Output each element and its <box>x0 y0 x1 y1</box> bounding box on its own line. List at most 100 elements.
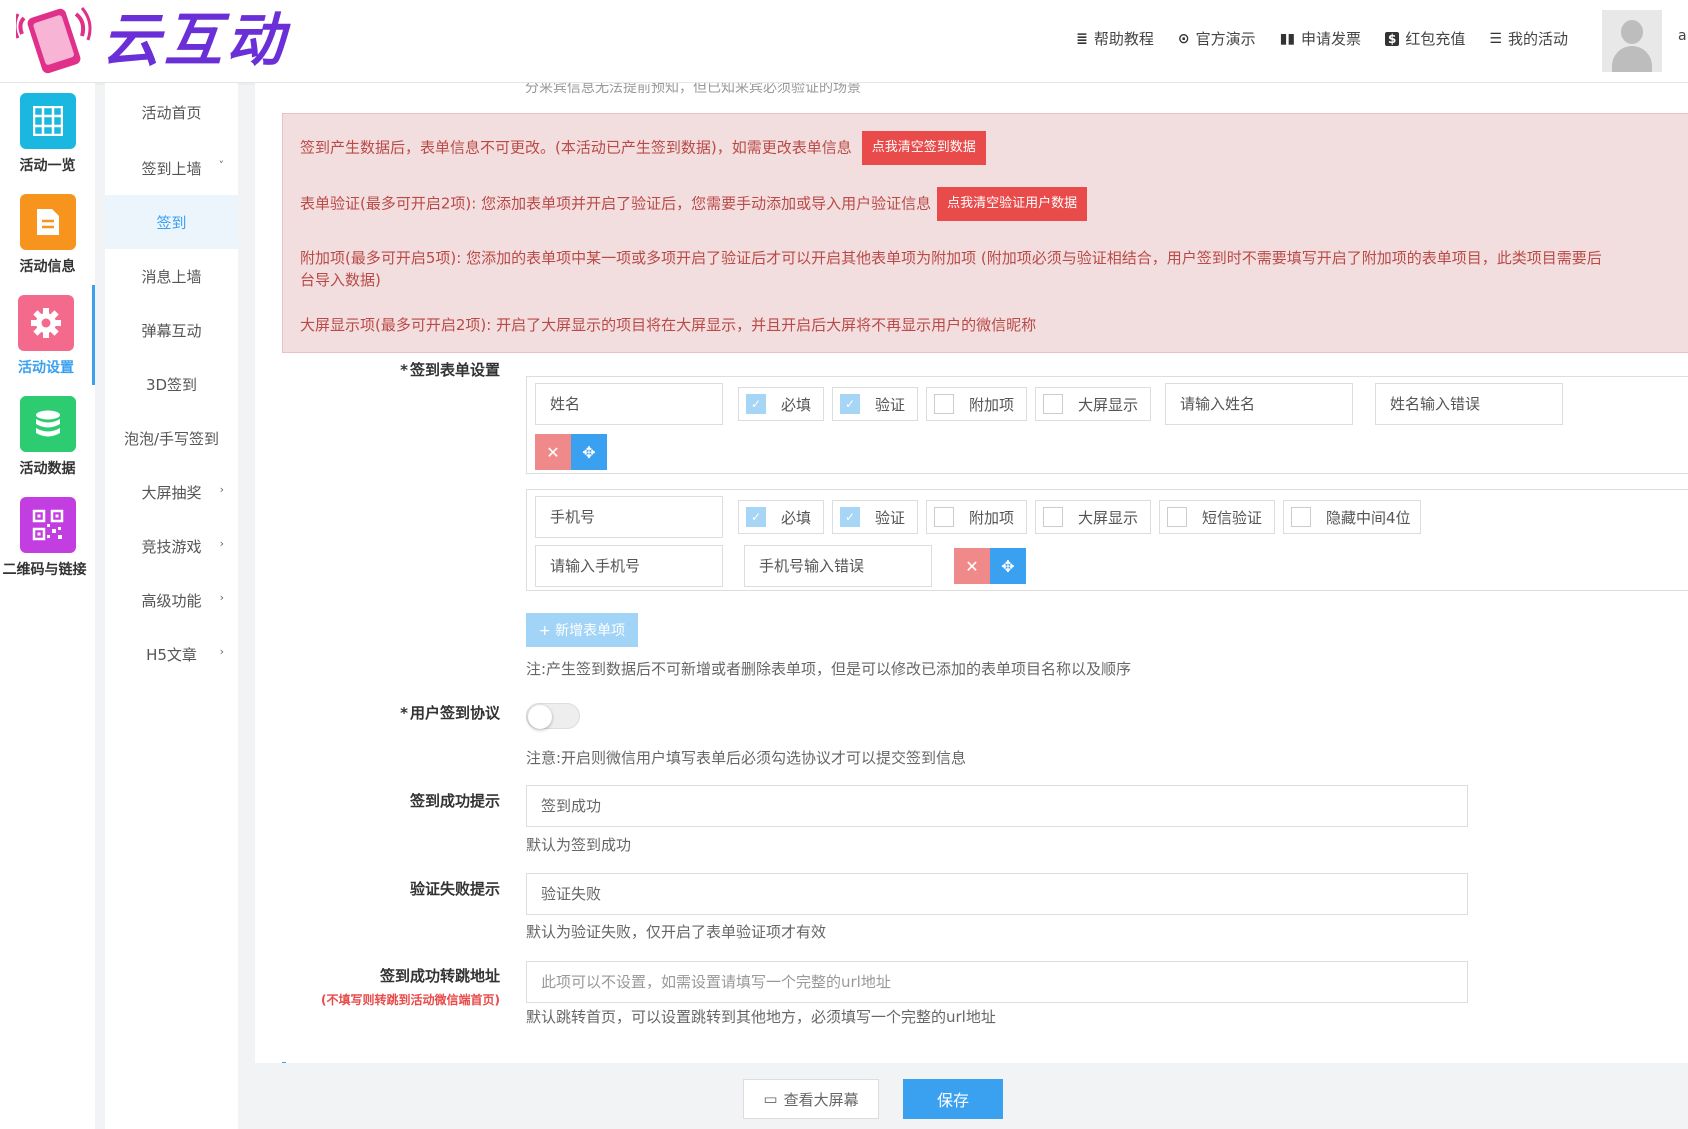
submenu-label: 活动首页 <box>141 103 202 122</box>
success-tip-input[interactable]: 签到成功 <box>526 785 1468 827</box>
logo-phone-icon <box>13 4 92 76</box>
iconbar-item-qrcode[interactable]: 二维码与链接 <box>0 487 95 587</box>
nav-recharge[interactable]: $ 红包充值 <box>1385 28 1465 49</box>
hide-middle-digits-checkbox[interactable]: 隐藏中间4位 <box>1283 500 1421 534</box>
bigscreen-checkbox[interactable]: 大屏显示 <box>1035 500 1151 534</box>
checkbox-box <box>934 507 954 527</box>
delete-field-button[interactable]: ✕ <box>954 548 990 584</box>
extra-checkbox[interactable]: 附加项 <box>926 500 1027 534</box>
alert-line-3a: 附加项(最多可开启5项): 您添加的表单项中某一项或多项开启了验证后才可以开启其… <box>300 249 1602 267</box>
bigscreen-checkbox[interactable]: 大屏显示 <box>1035 387 1151 421</box>
nav-help[interactable]: ≣ 帮助教程 <box>1076 28 1154 49</box>
submenu-item-bubble-signin[interactable]: 泡泡/手写签到 <box>105 411 238 465</box>
agreement-toggle[interactable] <box>526 703 580 729</box>
alert-line-4: 大屏显示项(最多可开启2项): 开启了大屏显示的项目将在大屏显示，并且开启后大屏… <box>300 316 1037 334</box>
menu-icon: ☰ <box>1489 30 1502 47</box>
avatar[interactable] <box>1602 10 1662 72</box>
iconbar-label: 二维码与链接 <box>2 562 87 578</box>
chevron-right-icon: › <box>219 591 224 604</box>
bottom-action-bar: ▭ 查看大屏幕 保存 <box>238 1063 1688 1129</box>
username[interactable]: a <box>1678 28 1687 44</box>
alert-line-2: 表单验证(最多可开启2项): 您添加表单项并开启了验证后，您需要手动添加或导入用… <box>300 187 1088 221</box>
alert-line-3b: 台导入数据) <box>300 271 381 289</box>
placeholder-input[interactable]: 请输入手机号 <box>535 545 723 587</box>
logo[interactable]: 云互动 <box>13 4 288 76</box>
extra-checkbox[interactable]: 附加项 <box>926 387 1027 421</box>
nav-demo[interactable]: ⊙ 官方演示 <box>1178 28 1256 49</box>
database-icon <box>19 396 76 452</box>
sub-menu: 活动首页 签到上墙 ˅ 签到 消息上墙 弹幕互动 3D签到 泡泡/手写签到 大屏抽… <box>105 83 238 1129</box>
checkbox-label: 验证 <box>875 395 906 414</box>
required-mark: * <box>400 361 408 379</box>
fail-tip-input[interactable]: 验证失败 <box>526 873 1468 915</box>
nav-invoice[interactable]: ▮▮ 申请发票 <box>1280 28 1361 49</box>
grid-icon <box>19 93 76 149</box>
iconbar-item-overview[interactable]: 活动一览 <box>0 83 95 183</box>
fail-tip-label: 验证失败提示 <box>409 880 500 898</box>
check-icon: ✓ <box>840 507 860 527</box>
field-name-input[interactable]: 手机号 <box>535 496 723 538</box>
submenu-label: 消息上墙 <box>141 267 202 286</box>
add-form-field-button[interactable]: + 新增表单项 <box>526 613 638 647</box>
submenu-item-lottery[interactable]: 大屏抽奖 › <box>105 465 238 519</box>
move-field-button[interactable]: ✥ <box>990 548 1026 584</box>
submenu-item-home[interactable]: 活动首页 <box>105 83 238 141</box>
iconbar-item-info[interactable]: 活动信息 <box>0 184 95 284</box>
submenu-item-signin-wall[interactable]: 签到上墙 ˅ <box>105 141 238 195</box>
checkbox-box <box>1167 507 1187 527</box>
submenu-item-h5-article[interactable]: H5文章 › <box>105 627 238 681</box>
iconbar-label: 活动数据 <box>19 461 76 477</box>
move-field-button[interactable]: ✥ <box>571 434 607 470</box>
avatar-head <box>1621 20 1643 44</box>
iconbar-item-data[interactable]: 活动数据 <box>0 386 95 486</box>
submenu-item-danmaku[interactable]: 弹幕互动 <box>105 303 238 357</box>
submenu-item-advanced[interactable]: 高级功能 › <box>105 573 238 627</box>
toggle-knob <box>528 705 552 729</box>
nav-my-activities[interactable]: ☰ 我的活动 <box>1489 28 1568 49</box>
field-name-input[interactable]: 姓名 <box>535 383 723 425</box>
checkbox-label: 隐藏中间4位 <box>1326 508 1411 527</box>
agreement-label: * 用户签到协议 <box>260 702 500 723</box>
error-message-input[interactable]: 手机号输入错误 <box>744 545 932 587</box>
verify-checkbox[interactable]: ✓ 验证 <box>832 387 918 421</box>
required-checkbox[interactable]: ✓ 必填 <box>738 500 824 534</box>
checkbox-label: 必填 <box>781 395 812 414</box>
iconbar-label: 活动信息 <box>19 259 76 275</box>
info-alert: 签到产生数据后，表单信息不可更改。(本活动已产生签到数据)，如需更改表单信息 点我… <box>282 113 1688 353</box>
save-button[interactable]: 保存 <box>903 1079 1003 1119</box>
add-field-note: 注:产生签到数据后不可新增或者删除表单项，但是可以修改已添加的表单项目名称以及顺… <box>526 660 1132 678</box>
redirect-url-input[interactable]: 此项可以不设置，如需设置请填写一个完整的url地址 <box>526 961 1468 1003</box>
required-checkbox[interactable]: ✓ 必填 <box>738 387 824 421</box>
submenu-item-3d-signin[interactable]: 3D签到 <box>105 357 238 411</box>
error-message-input[interactable]: 姓名输入错误 <box>1375 383 1563 425</box>
alert-line-1: 签到产生数据后，表单信息不可更改。(本活动已产生签到数据)，如需更改表单信息 点我… <box>300 131 986 165</box>
view-bigscreen-label: 查看大屏幕 <box>783 1090 859 1109</box>
submenu-item-message-wall[interactable]: 消息上墙 <box>105 249 238 303</box>
submenu-item-signin[interactable]: 签到 <box>105 195 238 249</box>
fail-tip-note: 默认为验证失败，仅开启了表单验证项才有效 <box>526 923 827 941</box>
qrcode-icon <box>19 497 76 553</box>
agreement-text: 用户签到协议 <box>409 704 500 722</box>
form-field-card-name: 姓名 ✓ 必填 ✓ 验证 附加项 大屏显示 请输入姓名 姓名输入错误 ✕ ✥ <box>526 376 1688 474</box>
delete-field-button[interactable]: ✕ <box>535 434 571 470</box>
iconbar-item-settings[interactable]: 活动设置 <box>0 285 95 385</box>
submenu-label: 签到上墙 <box>141 159 202 178</box>
submenu-label: 竞技游戏 <box>141 537 202 556</box>
verify-checkbox[interactable]: ✓ 验证 <box>832 500 918 534</box>
sms-verify-checkbox[interactable]: 短信验证 <box>1159 500 1275 534</box>
view-bigscreen-button[interactable]: ▭ 查看大屏幕 <box>743 1079 879 1119</box>
clear-verify-data-button[interactable]: 点我清空验证用户数据 <box>937 187 1088 221</box>
submenu-label: H5文章 <box>146 645 197 664</box>
icon-sidebar: 活动一览 活动信息 活动设置 活动数据 二维码与链接 <box>0 83 95 1129</box>
clear-signin-data-button[interactable]: 点我清空签到数据 <box>861 131 986 165</box>
submenu-label: 泡泡/手写签到 <box>123 429 220 448</box>
chevron-down-icon: ˅ <box>218 159 225 172</box>
submenu-item-games[interactable]: 竞技游戏 › <box>105 519 238 573</box>
submenu-label: 高级功能 <box>141 591 202 610</box>
top-nav: ≣ 帮助教程 ⊙ 官方演示 ▮▮ 申请发票 $ 红包充值 ☰ 我的活动 <box>1076 28 1568 49</box>
check-icon: ✓ <box>840 394 860 414</box>
redirect-url-label: 签到成功转跳地址 <box>379 967 500 985</box>
chevron-right-icon: › <box>219 483 224 496</box>
placeholder-input[interactable]: 请输入姓名 <box>1165 383 1353 425</box>
checkbox-label: 大屏显示 <box>1078 395 1139 414</box>
